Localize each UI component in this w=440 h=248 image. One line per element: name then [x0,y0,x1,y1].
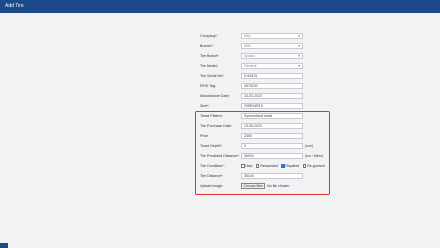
company-row: Company*: ABC ▾ [200,33,330,41]
form-panel: Company*: ABC ▾ Branch*: ABC ▾ Tire Brand*… [0,13,440,248]
manufacture-date-label: Manufacture Date: [200,94,230,98]
chevron-down-icon: ▾ [298,44,300,48]
footer-bar [0,243,8,248]
rfid-tag-row: RFID Tag: 4578232 [200,83,330,91]
header-bar: Add Tire [0,0,440,13]
chevron-down-icon: ▾ [298,54,300,58]
tire-model-select[interactable]: General ▾ [241,63,303,69]
serial-no-row: Tire Serial No*: D 69475 [200,73,330,81]
rfid-tag-input[interactable]: 4578232 [241,83,303,89]
tire-model-row: Tire Model: General ▾ [200,63,330,71]
size-input[interactable]: 205R16R15 [241,103,303,109]
serial-no-label: Tire Serial No*: [200,74,225,78]
tire-model-label: Tire Model: [200,64,218,68]
branch-value: ABC [244,44,252,48]
manufacture-date-input[interactable]: 10-03-2023 [241,93,303,99]
chevron-down-icon: ▾ [298,64,300,68]
company-value: ABC [244,34,252,38]
tire-brand-label: Tire Brand*: [200,54,220,58]
serial-no-input[interactable]: D 69475 [241,73,303,79]
size-label: Size*: [200,104,210,108]
manufacture-date-row: Manufacture Date: 10-03-2023 [200,93,330,101]
tire-brand-value: Apolus [244,54,255,58]
branch-row: Branch*: ABC ▾ [200,43,330,51]
branch-label: Branch*: [200,44,214,48]
tire-model-value: General [244,64,257,68]
highlight-box [195,111,330,195]
tire-brand-row: Tire Brand*: Apolus ▾ [200,53,330,61]
company-select[interactable]: ABC ▾ [241,33,303,39]
branch-select[interactable]: ABC ▾ [241,43,303,49]
chevron-down-icon: ▾ [298,34,300,38]
tire-brand-select[interactable]: Apolus ▾ [241,53,303,59]
rfid-tag-label: RFID Tag: [200,84,217,88]
company-label: Company*: [200,34,218,38]
size-row: Size*: 205R16R15 [200,103,330,111]
page-title: Add Tire [5,3,24,9]
